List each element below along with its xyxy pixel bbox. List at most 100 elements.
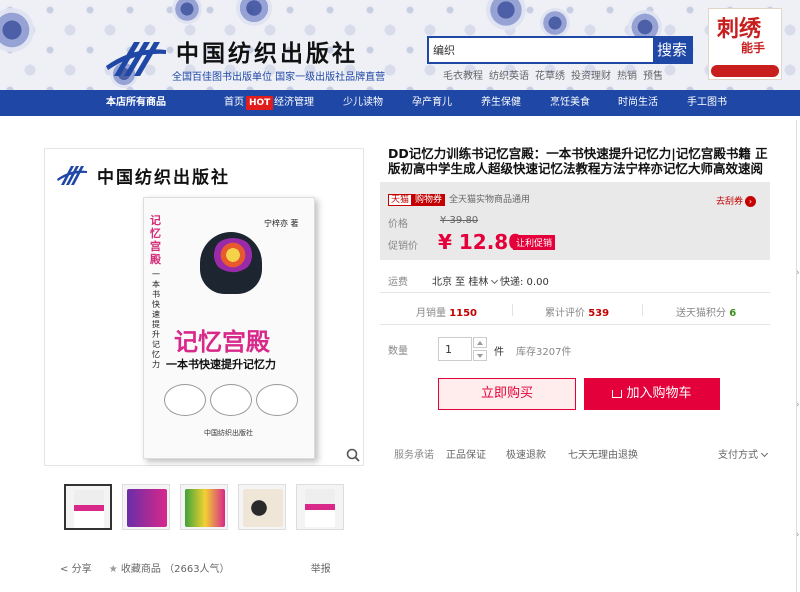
quantity-increment-button[interactable] <box>473 337 487 348</box>
thumbnail-strip <box>64 484 344 530</box>
add-to-cart-button[interactable]: 加入购物车 <box>584 378 720 410</box>
nav-item-parenting[interactable]: 孕产育儿 <box>412 90 452 116</box>
flower-ornament <box>0 8 34 52</box>
book-author: 宁梓亦 著 <box>264 219 299 228</box>
chevron-right-icon: › <box>745 196 757 207</box>
payment-method-dropdown[interactable]: 支付方式 <box>718 446 769 461</box>
service-item[interactable]: 正品保证 <box>446 446 486 461</box>
edge-marker: › <box>796 268 800 278</box>
promo-price-label: 促销价 <box>388 241 418 252</box>
search-button[interactable]: 搜索 <box>653 38 691 62</box>
nav-item-handicraft[interactable]: 手工图书 <box>687 90 727 116</box>
monthly-sales-label: 月销量 <box>416 308 446 319</box>
search-box: 搜索 <box>427 36 693 64</box>
main-nav: 本店所有商品 首页 经济管理 少儿读物 孕产育儿 养生保健 烹饪美食 时尚生活 … <box>0 90 800 116</box>
nav-item-kids[interactable]: 少儿读物 <box>343 90 383 116</box>
publisher-logo-icon <box>57 166 87 185</box>
thumbnail[interactable] <box>122 484 170 530</box>
thumbnail[interactable] <box>64 484 112 530</box>
divider <box>512 304 513 316</box>
flower-ornament <box>540 8 570 38</box>
buy-now-button[interactable]: 立即购买 <box>438 378 576 410</box>
hot-word-link[interactable]: 预售 <box>643 67 663 82</box>
coupon-tag: 购物券 <box>412 194 446 206</box>
nav-item-fashion[interactable]: 时尚生活 <box>618 90 658 116</box>
coupon-desc: 全天猫实物商品通用 <box>449 195 531 205</box>
flower-ornament <box>172 0 202 24</box>
report-link[interactable]: 举报 <box>311 564 331 575</box>
favorite-count: （2663人气） <box>164 564 230 575</box>
shipping-fee: 快递: 0.00 <box>500 277 549 288</box>
book-feature-circle <box>256 384 298 416</box>
tmall-points: 送天猫积分 6 <box>676 304 736 319</box>
star-icon: ★ <box>108 564 118 575</box>
coupon-link[interactable]: 去刮券 › <box>716 194 757 207</box>
service-label: 服务承诺 <box>394 450 434 461</box>
shipping-route: 北京 至 桂林 <box>432 277 489 288</box>
book-spine-title: 记忆宫殿 <box>150 214 161 266</box>
publisher-name: 中国纺织出版社 <box>176 40 358 67</box>
thumbnail[interactable] <box>238 484 286 530</box>
flower-ornament <box>486 0 526 30</box>
cart-icon <box>612 390 623 398</box>
hot-word-link[interactable]: 投资理财 <box>571 67 611 82</box>
coupon-link-label: 去刮券 <box>716 197 744 207</box>
promo-bar <box>711 65 779 77</box>
shipping-label: 运费 <box>388 277 408 288</box>
hot-word-link[interactable]: 热销 <box>617 67 637 82</box>
nav-item-health[interactable]: 养生保健 <box>481 90 521 116</box>
chevron-down-icon <box>760 449 769 458</box>
book-feature-circle <box>210 384 252 416</box>
search-input[interactable] <box>431 40 651 60</box>
thumbnail[interactable] <box>180 484 228 530</box>
monthly-sales: 月销量 1150 <box>416 304 477 319</box>
book-subtitle: 一本书快速提升记忆力 <box>166 358 276 371</box>
quantity-unit: 件 <box>494 347 504 358</box>
image-publisher-name: 中国纺织出版社 <box>97 168 230 188</box>
hot-word-link[interactable]: 毛衣教程 <box>443 67 483 82</box>
book-title: 记忆宫殿 <box>174 328 270 356</box>
zoom-icon[interactable] <box>346 448 360 462</box>
book-feature-circle <box>164 384 206 416</box>
promo-subtitle: 能手 <box>741 41 766 55</box>
share-icon: < <box>60 564 69 575</box>
service-item[interactable]: 极速退款 <box>506 446 546 461</box>
add-to-cart-label: 加入购物车 <box>626 386 692 401</box>
nav-all-products[interactable]: 本店所有商品 <box>106 90 166 116</box>
embroidery-promo-box[interactable]: 刺绣 能手 <box>708 8 782 80</box>
book-feature-circles <box>164 384 298 416</box>
favorite-link[interactable]: 收藏商品 <box>121 564 161 575</box>
book-publisher: 中国纺织出版社 <box>204 429 253 437</box>
reviews-value: 539 <box>588 308 610 319</box>
book-spine-subtitle: 一本书快速提升记忆力 <box>152 270 160 369</box>
page-edge <box>796 120 797 592</box>
divider <box>380 292 770 293</box>
service-item[interactable]: 七天无理由退换 <box>568 446 638 461</box>
header-banner: 中国纺织出版社 全国百佳图书出版单位 国家一级出版社品牌直营 搜索 毛衣教程 纺… <box>0 0 800 90</box>
monthly-sales-value: 1150 <box>449 308 478 319</box>
quantity-input[interactable] <box>438 337 472 361</box>
publisher-logo[interactable]: 中国纺织出版社 全国百佳图书出版单位 国家一级出版社品牌直营 <box>104 32 394 84</box>
brain-gears-icon <box>212 238 254 272</box>
hot-search-words: 毛衣教程 纺织英语 花草绣 投资理财 热销 预售 <box>443 67 663 82</box>
share-link[interactable]: 分享 <box>72 564 92 575</box>
edge-marker: › <box>796 530 800 540</box>
reviews-label: 累计评价 <box>545 308 585 319</box>
nav-item-home[interactable]: 首页 <box>224 90 244 116</box>
book-cover: 记忆宫殿 一本书快速提升记忆力 宁梓亦 著 记忆宫殿 一本书快速提升记忆力 中国… <box>143 197 315 459</box>
thumbnail[interactable] <box>296 484 344 530</box>
nav-item-economics[interactable]: 经济管理 <box>274 90 314 116</box>
review-count[interactable]: 累计评价 539 <box>545 304 609 319</box>
publisher-logo-icon <box>106 42 166 76</box>
hot-word-link[interactable]: 纺织英语 <box>489 67 529 82</box>
nav-item-cooking[interactable]: 烹饪美食 <box>550 90 590 116</box>
hot-word-link[interactable]: 花草绣 <box>535 67 565 82</box>
flower-ornament <box>236 0 272 26</box>
points-value: 6 <box>729 308 737 319</box>
quantity-decrement-button[interactable] <box>473 350 487 361</box>
chevron-down-icon <box>491 276 499 285</box>
thumbnail-image <box>127 489 167 527</box>
main-product-image[interactable]: 中国纺织出版社 记忆宫殿 一本书快速提升记忆力 宁梓亦 著 记忆宫殿 一本书快速… <box>44 148 364 466</box>
shipping-destination[interactable]: 北京 至 桂林 <box>432 273 499 288</box>
publisher-slogan: 全国百佳图书出版单位 国家一级出版社品牌直营 <box>172 72 386 83</box>
